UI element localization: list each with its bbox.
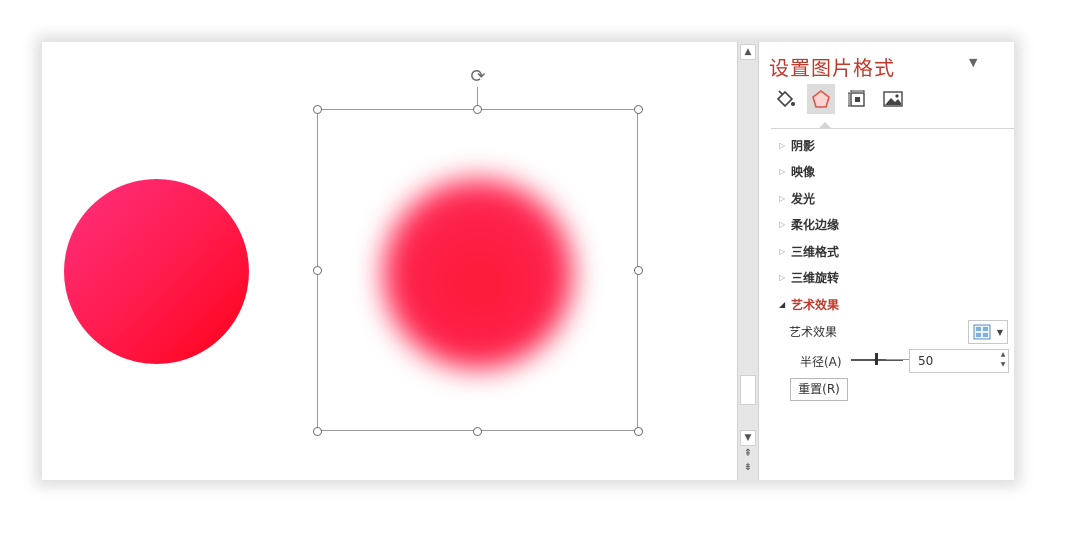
collapsed-triangle-icon: ▷ bbox=[779, 193, 786, 203]
artistic-effect-label: 艺术效果 bbox=[789, 325, 838, 339]
resize-handle-left[interactable] bbox=[313, 266, 322, 275]
collapsed-triangle-icon: ▷ bbox=[779, 219, 786, 229]
artistic-effect-dropdown[interactable]: ▼ bbox=[968, 320, 1008, 344]
gradient-circle-shape[interactable] bbox=[64, 179, 249, 364]
resize-handle-bottom-left[interactable] bbox=[313, 427, 322, 436]
dropdown-arrow-icon[interactable]: ▼ bbox=[969, 56, 977, 69]
pane-title: 设置图片格式 bbox=[769, 56, 895, 80]
expanded-triangle-icon: ◢ bbox=[779, 299, 786, 309]
resize-handle-bottom[interactable] bbox=[473, 427, 482, 436]
reset-button[interactable]: 重置(R) bbox=[790, 378, 848, 401]
rotate-icon[interactable]: ⟳ bbox=[467, 66, 489, 88]
resize-handle-bottom-right[interactable] bbox=[634, 427, 643, 436]
resize-handle-top-right[interactable] bbox=[634, 105, 643, 114]
section-label: 三维格式 bbox=[791, 244, 840, 259]
tab-indicator bbox=[818, 122, 832, 129]
fill-line-icon[interactable] bbox=[771, 84, 799, 114]
section-label: 艺术效果 bbox=[791, 297, 840, 312]
section-3d-format[interactable]: ▷ 三维格式 bbox=[779, 241, 839, 261]
radius-input[interactable] bbox=[909, 349, 1009, 373]
format-picture-pane: 设置图片格式 ▼ ▷ 阴影 ▷ 映像 ▷ 发光 ▷ 柔化边缘 ▷ 三维格式 ▷ … bbox=[759, 42, 1014, 480]
collapsed-triangle-icon: ▷ bbox=[779, 246, 786, 256]
section-artistic-effects[interactable]: ◢ 艺术效果 bbox=[779, 294, 839, 314]
previous-slide-icon[interactable]: ⇞ bbox=[740, 448, 756, 460]
selection-box[interactable] bbox=[317, 109, 638, 431]
section-label: 阴影 bbox=[791, 138, 816, 153]
effects-pentagon-icon[interactable] bbox=[807, 84, 835, 114]
radius-label: 半径(A) bbox=[800, 355, 842, 369]
radius-slider-thumb[interactable] bbox=[875, 353, 878, 365]
tab-divider bbox=[771, 128, 1014, 129]
section-reflection[interactable]: ▷ 映像 bbox=[779, 161, 815, 181]
section-3d-rotation[interactable]: ▷ 三维旋转 bbox=[779, 267, 839, 287]
collapsed-triangle-icon: ▷ bbox=[779, 166, 786, 176]
artistic-effect-preview-icon bbox=[973, 324, 991, 340]
resize-handle-top[interactable] bbox=[473, 105, 482, 114]
next-slide-icon[interactable]: ⇟ bbox=[740, 462, 756, 474]
section-shadow[interactable]: ▷ 阴影 bbox=[779, 135, 815, 155]
section-soft-edges[interactable]: ▷ 柔化边缘 bbox=[779, 214, 839, 234]
radius-spinner[interactable]: ▲ ▼ bbox=[998, 350, 1008, 372]
picture-icon[interactable] bbox=[879, 84, 907, 114]
section-glow[interactable]: ▷ 发光 bbox=[779, 188, 815, 208]
collapsed-triangle-icon: ▷ bbox=[779, 140, 786, 150]
section-label: 三维旋转 bbox=[791, 270, 840, 285]
section-label: 映像 bbox=[791, 164, 816, 179]
resize-handle-top-left[interactable] bbox=[313, 105, 322, 114]
resize-handle-right[interactable] bbox=[634, 266, 643, 275]
app-window: ⟳ ▲ ▼ ⇞ ⇟ 设置图片格式 ▼ ▷ 阴影 ▷ 映像 ▷ 发光 ▷ 柔化边缘… bbox=[42, 42, 1014, 480]
scroll-thumb[interactable] bbox=[740, 375, 756, 405]
section-label: 发光 bbox=[791, 191, 816, 206]
section-label: 柔化边缘 bbox=[791, 217, 840, 232]
size-properties-icon[interactable] bbox=[843, 84, 871, 114]
vertical-scrollbar[interactable]: ▲ ▼ ⇞ ⇟ bbox=[737, 42, 759, 480]
scroll-down-icon[interactable]: ▼ bbox=[740, 430, 756, 446]
scroll-up-icon[interactable]: ▲ bbox=[740, 44, 756, 60]
slide-canvas[interactable]: ⟳ bbox=[42, 42, 737, 480]
collapsed-triangle-icon: ▷ bbox=[779, 272, 786, 282]
chevron-down-icon: ▼ bbox=[996, 327, 1003, 337]
